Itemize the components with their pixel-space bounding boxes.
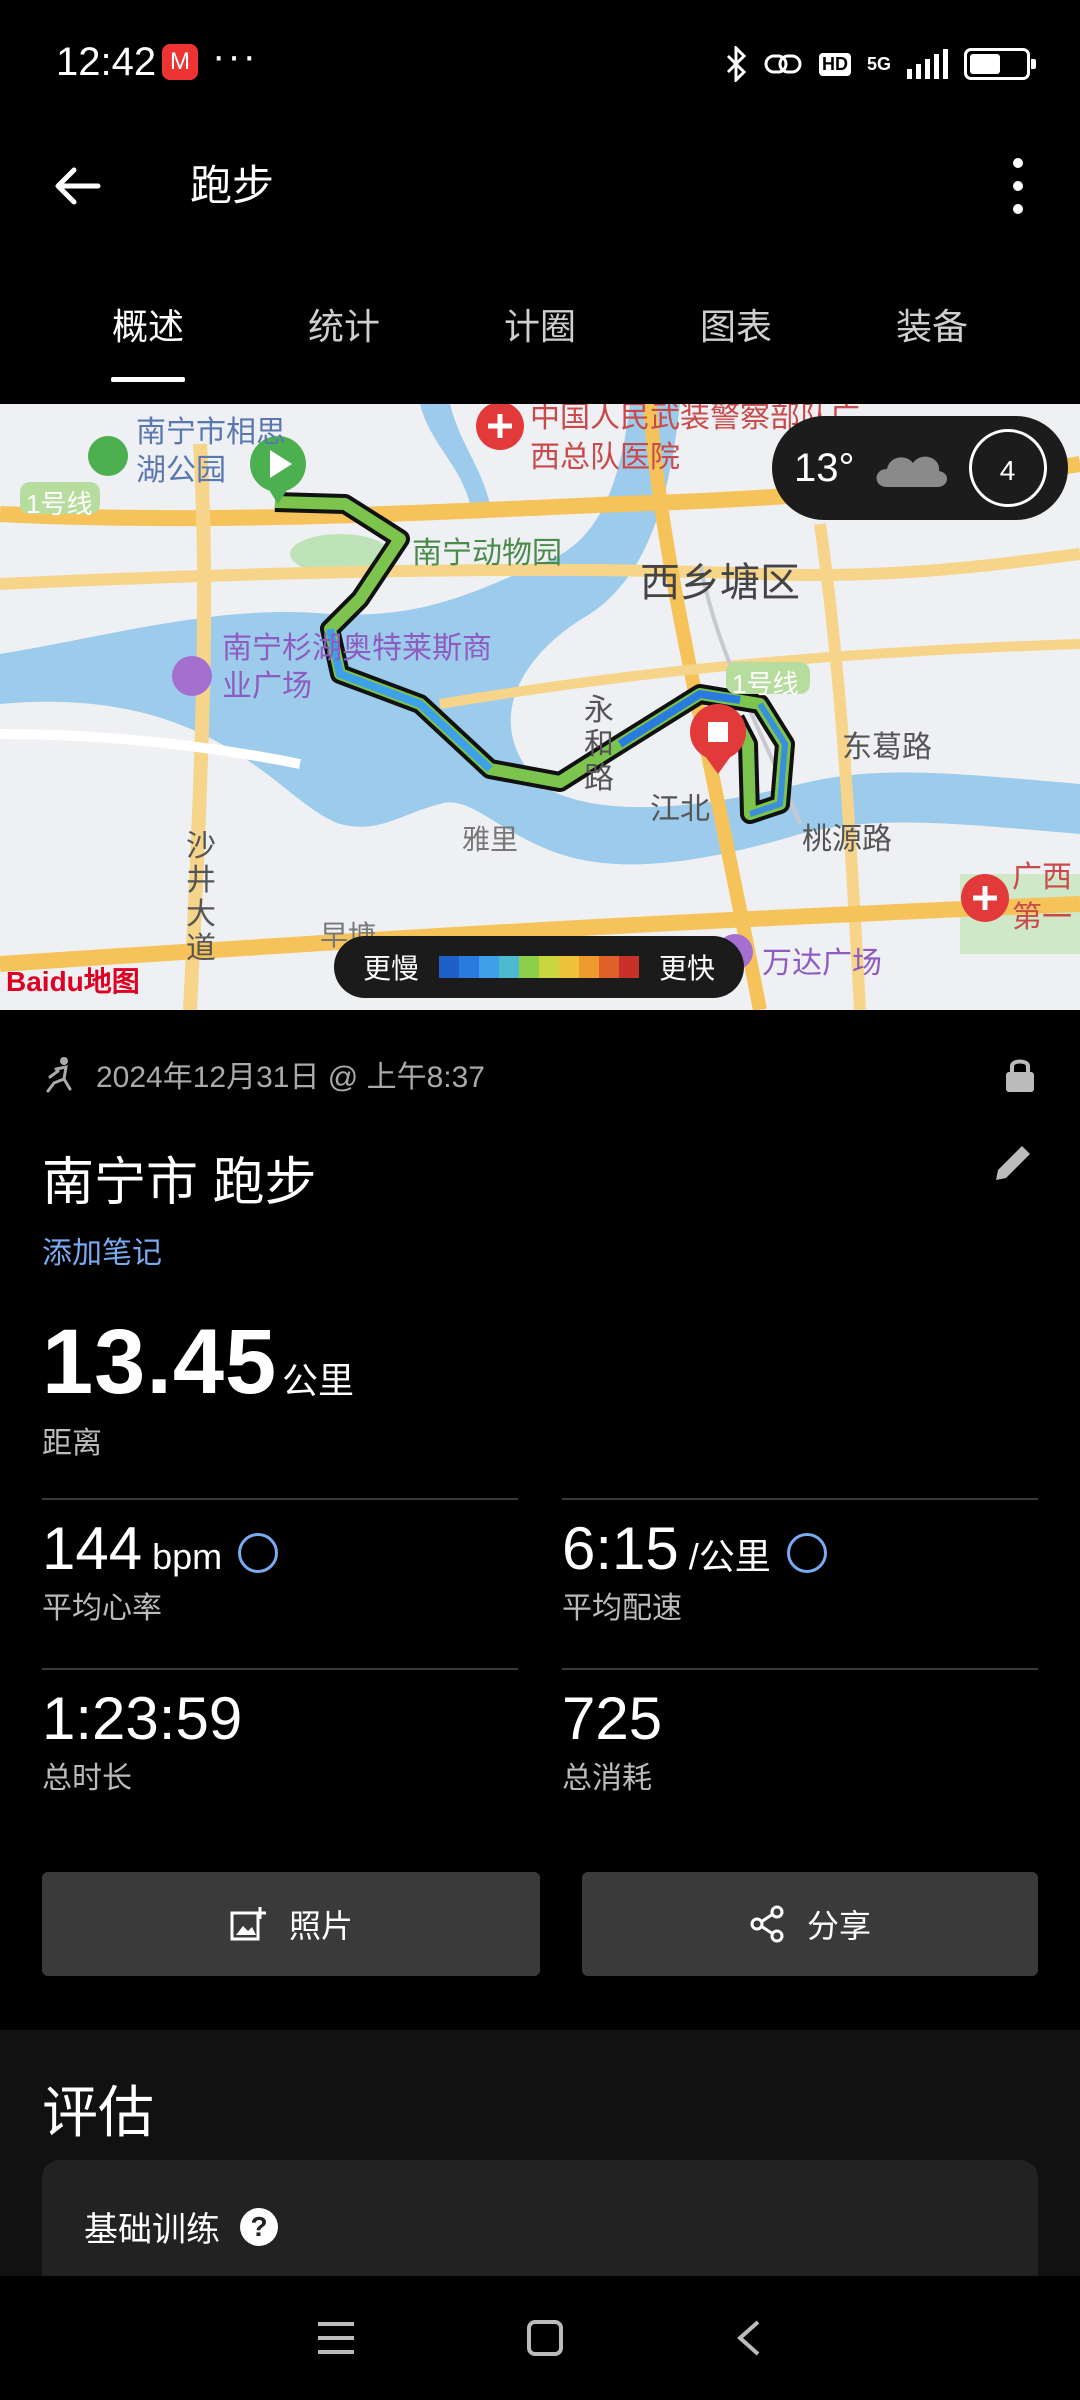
lock-icon[interactable] — [1004, 1056, 1036, 1094]
add-photo-icon — [230, 1907, 266, 1941]
distance-label: 距离 — [42, 1427, 102, 1460]
running-icon — [46, 1057, 72, 1093]
calories-value: 725 — [562, 1685, 663, 1752]
map-label-taoyuanlu: 桃源路 — [802, 823, 892, 856]
battery-icon — [964, 48, 1036, 80]
network-type-label: 5G — [866, 53, 891, 74]
uv-index-badge: 4 — [968, 429, 1047, 507]
help-icon[interactable]: ? — [240, 2207, 278, 2246]
duration-label: 总时长 — [42, 1762, 132, 1795]
map-label-park: 南宁市相思湖公园 — [136, 416, 286, 487]
map-label-metro-1: 1号线 — [26, 489, 93, 519]
tab-laps[interactable]: 计圈 — [460, 280, 620, 400]
home-icon[interactable] — [526, 2319, 564, 2357]
back-arrow-icon[interactable] — [48, 158, 104, 214]
tab-overview[interactable]: 概述 — [68, 280, 228, 400]
activity-datetime: 2024年12月31日 @ 上午8:37 — [96, 1061, 485, 1094]
divider — [42, 1668, 518, 1670]
heart-rate-zone-icon[interactable] — [238, 1533, 279, 1573]
pace-color-swatch — [599, 956, 619, 978]
weather-temperature: 13° — [794, 445, 855, 490]
route-map[interactable]: 南宁市相思湖公园 中国人民武装警察部队广西总队医院 1号线 南宁动物园 西乡塘区… — [0, 404, 1080, 1010]
tab-statistics[interactable]: 统计 — [264, 280, 424, 400]
pace-color-scale — [439, 956, 639, 978]
divider — [562, 1668, 1038, 1670]
activity-title: 南宁市 跑步 — [42, 1154, 317, 1212]
distance-value: 13.45 — [42, 1311, 278, 1413]
stat-calories: 725 总消耗 — [562, 1684, 662, 1797]
pace-color-swatch — [479, 956, 499, 978]
share-button-label: 分享 — [806, 1908, 871, 1944]
evaluation-title: 评估 — [42, 2081, 154, 2144]
stat-heart-rate: 144 bpm 平均心率 — [42, 1514, 279, 1627]
calories-label: 总消耗 — [562, 1762, 652, 1795]
uv-index-value: 4 — [999, 455, 1016, 486]
map-label-zoo: 南宁动物园 — [412, 537, 562, 570]
pace-color-swatch — [579, 956, 599, 978]
pace-value: 6:15 — [562, 1515, 679, 1582]
pace-color-swatch — [559, 956, 579, 978]
status-icons: HD 5G — [725, 40, 1036, 88]
heart-rate-value: 144 — [42, 1515, 143, 1582]
map-label-yali: 雅里 — [462, 824, 519, 855]
pace-color-swatch — [459, 956, 479, 978]
system-nav-bar — [0, 2276, 1080, 2400]
pace-label: 平均配速 — [562, 1592, 682, 1625]
heart-rate-label: 平均心率 — [42, 1592, 162, 1625]
legend-slower: 更慢 — [362, 953, 419, 984]
activity-meta: 2024年12月31日 @ 上午8:37 — [42, 1052, 485, 1096]
stat-pace: 6:15/公里 平均配速 — [562, 1514, 827, 1627]
map-label-metro-2: 1号线 — [732, 669, 799, 699]
more-notifications-icon: ··· — [212, 34, 258, 78]
hd-icon: HD — [818, 52, 851, 76]
map-provider-logo: Baidu地图 — [6, 966, 140, 997]
map-label-yonghelu: 永和路 — [584, 694, 614, 795]
pace-color-swatch — [499, 956, 519, 978]
weather-pill[interactable]: 13° 4 — [772, 416, 1068, 520]
stat-duration: 1:23:59 总时长 — [42, 1684, 242, 1797]
edit-pencil-icon[interactable] — [990, 1140, 1036, 1186]
map-label-donggelu: 东葛路 — [842, 731, 932, 764]
pace-color-swatch — [619, 956, 639, 978]
map-label-guangxi: 广西第一 — [1012, 861, 1072, 934]
duration-value: 1:23:59 — [42, 1685, 243, 1752]
add-note-link[interactable]: 添加笔记 — [42, 1228, 162, 1272]
photo-button[interactable]: 照片 — [42, 1872, 540, 1976]
signal-icon — [907, 49, 948, 79]
status-bar: 12:42 M ··· HD 5G — [0, 0, 1080, 130]
back-icon[interactable] — [734, 2318, 764, 2358]
pace-color-swatch — [519, 956, 539, 978]
map-label-shajing: 沙井大道 — [186, 830, 216, 965]
tab-charts[interactable]: 图表 — [656, 280, 816, 400]
page-title: 跑步 — [190, 162, 275, 209]
heart-rate-unit: bpm — [152, 1536, 223, 1577]
map-label-wanda: 万达广场 — [762, 947, 882, 980]
pace-color-swatch — [539, 956, 559, 978]
divider — [42, 1498, 518, 1500]
map-label-district: 西乡塘区 — [640, 561, 800, 605]
share-button[interactable]: 分享 — [582, 1872, 1038, 1976]
training-card-title: 基础训练 ? — [84, 2202, 278, 2251]
share-icon — [750, 1905, 784, 1943]
photo-button-label: 照片 — [288, 1908, 353, 1944]
status-time: 12:42 — [56, 40, 157, 84]
tab-gear[interactable]: 装备 — [852, 280, 1012, 400]
divider — [562, 1498, 1038, 1500]
link-icon — [764, 54, 802, 74]
pace-legend: 更慢 更快 — [334, 936, 744, 998]
tab-bar: 概述 统计 计圈 图表 装备 — [0, 280, 1080, 400]
pace-color-swatch — [439, 956, 459, 978]
pace-zone-icon[interactable] — [786, 1533, 827, 1573]
app-notification-icon: M — [162, 44, 198, 80]
pace-unit: /公里 — [688, 1536, 771, 1577]
menu-icon[interactable] — [316, 2320, 356, 2356]
more-options-icon[interactable] — [1008, 158, 1028, 214]
map-label-jiangbei: 江北 — [650, 793, 710, 826]
distance-unit: 公里 — [282, 1360, 355, 1401]
map-label-mall: 南宁杉湖奥特莱斯商业广场 — [222, 632, 492, 703]
bluetooth-icon — [726, 46, 747, 82]
cloud-icon — [876, 456, 947, 487]
training-type-label: 基础训练 — [84, 2211, 220, 2249]
legend-faster: 更快 — [659, 953, 716, 984]
